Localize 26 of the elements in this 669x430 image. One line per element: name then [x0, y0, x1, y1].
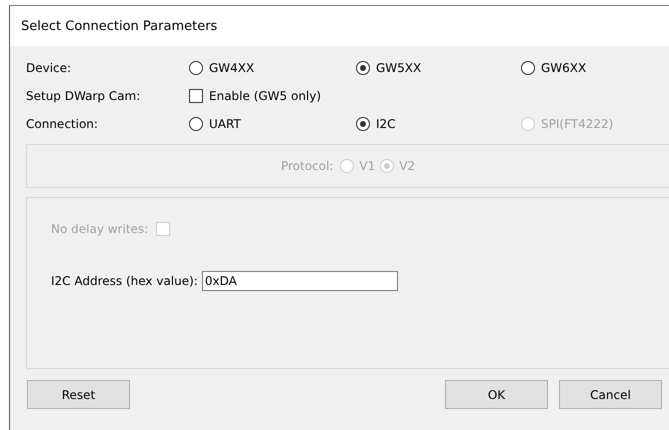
input-field[interactable]: 0xDA — [202, 271, 398, 291]
reset-button[interactable]: Reset — [27, 380, 130, 409]
option-label: V2 — [399, 159, 416, 173]
option-label: Enable (GW5 only) — [209, 89, 322, 103]
radio-button[interactable] — [356, 61, 370, 75]
radio-button[interactable] — [356, 117, 370, 131]
option-label: I2C — [376, 117, 396, 131]
radio-button[interactable] — [189, 117, 203, 131]
option-label: V1 — [359, 159, 376, 173]
option-label: UART — [209, 117, 241, 131]
option-label: GW4XX — [209, 61, 254, 75]
radio-button[interactable] — [189, 61, 203, 75]
window-title: Select Connection Parameters — [21, 18, 218, 34]
field-label: Connection: — [26, 116, 99, 133]
radio-button[interactable] — [521, 61, 535, 75]
option-label: GW5XX — [376, 61, 422, 75]
ok-button[interactable]: OK — [445, 380, 548, 409]
cancel-button[interactable]: Cancel — [559, 380, 662, 409]
checkbox[interactable] — [189, 89, 203, 103]
field-label: I2C Address (hex value): — [51, 274, 198, 288]
field-label: Device: — [26, 60, 72, 77]
option-label: GW6XX — [541, 61, 586, 75]
field-label: Setup DWarp Cam: — [26, 88, 142, 105]
field-label: No delay writes: — [51, 222, 148, 236]
option-label: SPI(FT4222) — [541, 117, 614, 131]
field-label: Protocol: — [280, 159, 334, 173]
